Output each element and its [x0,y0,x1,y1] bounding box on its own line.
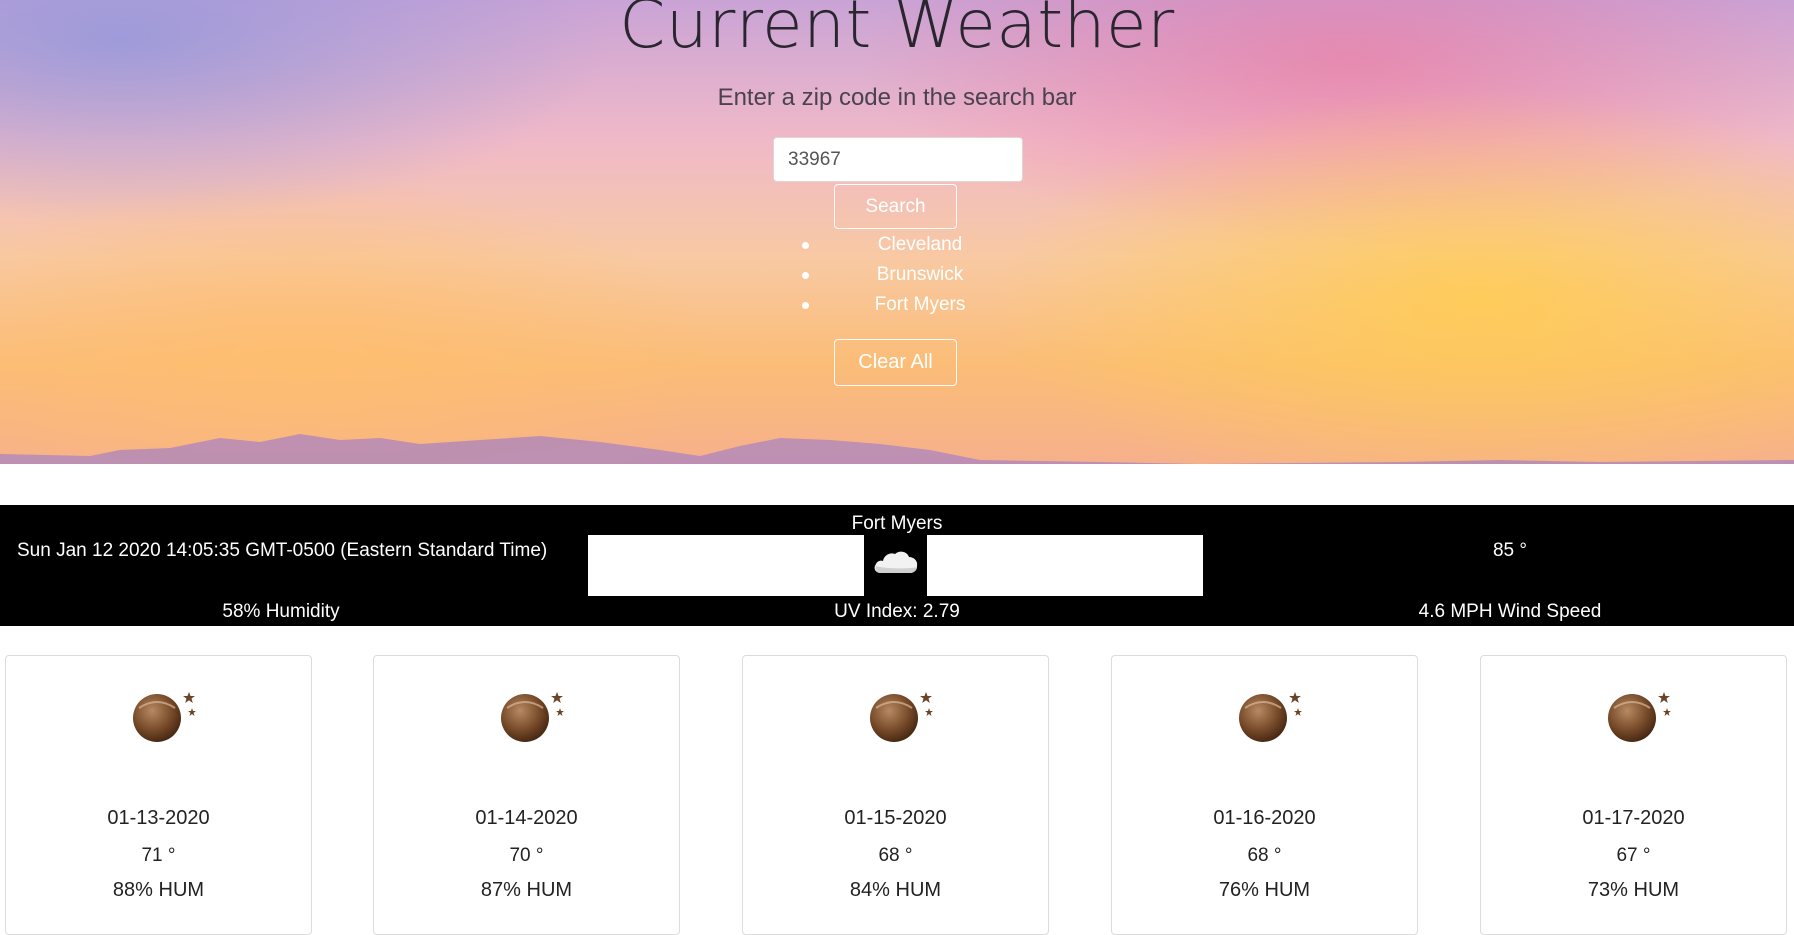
forecast-humidity: 84% HUM [849,879,942,901]
forecast-date: 01-17-2020 [1582,807,1685,829]
current-city: Fort Myers [851,513,943,534]
moon-icon [1608,692,1671,742]
bullet-icon [802,302,809,309]
forecast-humidity: 76% HUM [1218,879,1311,901]
page-title: Current Weather [619,0,1175,63]
forecast-card: 01-15-2020 68 ° 84% HUM [742,655,1049,935]
five-day-forecast: 01-13-2020 71 ° 88% HUM 01-14-2020 70 ° … [0,655,1794,935]
search-button[interactable]: Search [834,184,957,229]
history-item-fort-myers[interactable]: Fort Myers [795,292,1015,322]
mountain-silhouette [0,434,1794,466]
history-item-label: Cleveland [877,234,963,255]
forecast-temperature: 70 ° [509,845,544,866]
clear-all-button[interactable]: Clear All [834,339,957,386]
current-weather-bar: Fort Myers Sun Jan 12 2020 14:05:35 GMT-… [0,505,1794,626]
current-wind-speed: 4.6 MPH Wind Speed [1418,601,1602,622]
forecast-card: 01-17-2020 67 ° 73% HUM [1480,655,1787,935]
forecast-date: 01-16-2020 [1213,807,1316,829]
history-item-label: Fort Myers [874,294,966,315]
forecast-card: 01-16-2020 68 ° 76% HUM [1111,655,1418,935]
forecast-card: 01-13-2020 71 ° 88% HUM [5,655,312,935]
forecast-humidity: 87% HUM [480,879,573,901]
forecast-date: 01-15-2020 [844,807,947,829]
forecast-humidity: 73% HUM [1587,879,1680,901]
bullet-icon [802,242,809,249]
history-item-brunswick[interactable]: Brunswick [795,262,1015,292]
forecast-humidity: 88% HUM [112,879,205,901]
image-placeholder-right [927,535,1203,596]
moon-icon [1239,692,1302,742]
current-uv-index: UV Index: 2.79 [834,601,960,622]
history-item-label: Brunswick [876,264,964,285]
image-placeholder-left [588,535,864,596]
moon-icon [501,692,564,742]
current-humidity: 58% Humidity [222,601,340,622]
current-temperature: 85 ° [1492,540,1527,561]
hero-banner: Current Weather Enter a zip code in the … [0,0,1794,466]
cloud-icon [874,551,918,573]
forecast-temperature: 67 ° [1616,845,1651,866]
current-datetime: Sun Jan 12 2020 14:05:35 GMT-0500 (Easte… [17,540,548,561]
zip-search-input[interactable] [773,137,1023,182]
page-subtitle: Enter a zip code in the search bar [717,84,1077,111]
bullet-icon [802,272,809,279]
forecast-temperature: 68 ° [1247,845,1282,866]
forecast-date: 01-14-2020 [475,807,578,829]
search-history-list: Cleveland Brunswick Fort Myers [795,232,1015,322]
history-item-cleveland[interactable]: Cleveland [795,232,1015,262]
forecast-card: 01-14-2020 70 ° 87% HUM [373,655,680,935]
forecast-date: 01-13-2020 [107,807,210,829]
moon-icon [133,692,196,742]
forecast-temperature: 71 ° [141,845,176,866]
forecast-temperature: 68 ° [878,845,913,866]
moon-icon [870,692,933,742]
